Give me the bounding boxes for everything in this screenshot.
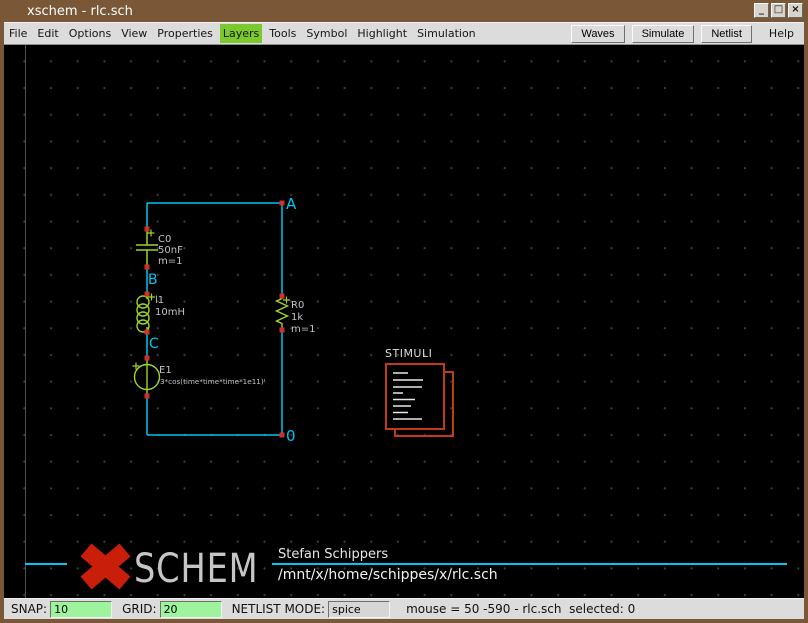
capacitor-ref: C0 — [158, 235, 171, 245]
resistor-value: 1k — [291, 313, 303, 323]
xschem-logo-x-icon — [86, 550, 125, 583]
resistor-symbol[interactable] — [277, 296, 291, 330]
node-label-c[interactable]: C — [149, 337, 159, 351]
schematic-drawing — [4, 45, 804, 598]
menu-edit[interactable]: Edit — [34, 24, 61, 43]
mouse-status-text: mouse = 50 -590 - rlc.sch selected: 0 — [406, 602, 635, 616]
window-title: xschem - rlc.sch — [27, 4, 133, 19]
window-controls: _ □ × — [754, 3, 803, 18]
grid-label: GRID: — [122, 602, 156, 616]
snap-input[interactable] — [50, 601, 112, 618]
snap-label: SNAP: — [11, 602, 47, 616]
netlist-mode-input[interactable] — [328, 601, 390, 618]
netlist-mode-label: NETLIST MODE: — [232, 602, 326, 616]
logo-divider-line — [272, 563, 787, 565]
menu-highlight[interactable]: Highlight — [354, 24, 410, 43]
stimuli-title[interactable]: STIMULI — [385, 348, 432, 359]
waves-button[interactable]: Waves — [571, 25, 624, 43]
resistor-ref: R0 — [291, 301, 304, 311]
menu-tools[interactable]: Tools — [266, 24, 299, 43]
node-label-a[interactable]: A — [286, 197, 296, 212]
stimuli-box[interactable] — [386, 364, 453, 436]
logo-author: Stefan Schippers — [278, 547, 388, 562]
schematic-file-path: /mnt/x/home/schippes/x/rlc.sch — [278, 567, 498, 583]
vsource-expression: '3*cos(time*time*time*1e11)' — [158, 379, 266, 386]
capacitor-value: 50nF — [158, 246, 183, 256]
maximize-button[interactable]: □ — [771, 3, 786, 18]
grid-input[interactable] — [160, 601, 222, 618]
resistor-mult: m=1 — [291, 325, 315, 335]
title-bar[interactable]: xschem - rlc.sch _ □ × — [0, 0, 808, 22]
menu-bar: File Edit Options View Properties Layers… — [4, 22, 804, 45]
inductor-ref: l1 — [155, 296, 164, 306]
vsource-ref: E1 — [159, 366, 172, 376]
capacitor-mult: m=1 — [158, 257, 182, 267]
menu-symbol[interactable]: Symbol — [303, 24, 350, 43]
vsource-symbol[interactable] — [133, 358, 160, 396]
minimize-button[interactable]: _ — [754, 3, 769, 18]
inductor-symbol[interactable] — [137, 294, 155, 333]
menu-file[interactable]: File — [6, 24, 30, 43]
menu-view[interactable]: View — [118, 24, 150, 43]
inductor-value: 10mH — [155, 308, 185, 318]
node-label-b[interactable]: B — [148, 273, 158, 287]
xschem-window: xschem - rlc.sch _ □ × File Edit Options… — [0, 0, 808, 623]
menu-properties[interactable]: Properties — [154, 24, 216, 43]
schematic-canvas[interactable]: A B C 0 C0 50nF m=1 l1 10mH E1 '3*cos(ti… — [4, 45, 804, 598]
capacitor-symbol[interactable] — [136, 230, 158, 266]
netlist-button[interactable]: Netlist — [701, 25, 752, 43]
simulate-button[interactable]: Simulate — [632, 25, 695, 43]
xschem-wordmark: SCHEM — [134, 546, 258, 592]
status-bar: SNAP: GRID: NETLIST MODE: mouse = 50 -59… — [4, 598, 804, 619]
menu-help[interactable]: Help — [761, 25, 802, 42]
node-label-ground[interactable]: 0 — [286, 429, 296, 444]
menu-layers[interactable]: Layers — [220, 24, 262, 43]
logo-divider-line-left — [25, 563, 67, 565]
menu-simulation[interactable]: Simulation — [414, 24, 479, 43]
close-button[interactable]: × — [788, 3, 803, 18]
menu-options[interactable]: Options — [66, 24, 114, 43]
